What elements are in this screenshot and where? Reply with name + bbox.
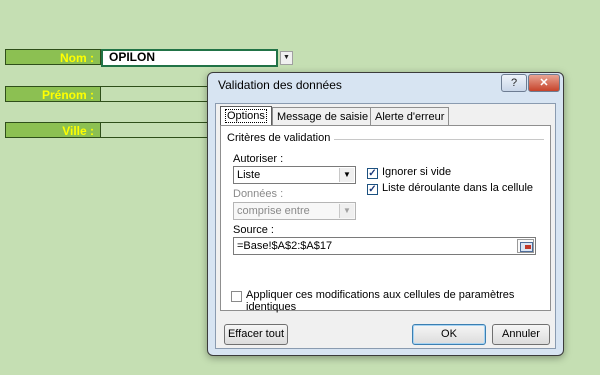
autoriser-select[interactable]: Liste ▼ bbox=[233, 166, 356, 184]
dialog-titlebar[interactable]: Validation des données ? ✕ bbox=[208, 73, 563, 99]
liste-checkbox[interactable]: ✓ bbox=[367, 184, 378, 195]
tab-alerte-erreur[interactable]: Alerte d'erreur bbox=[370, 107, 450, 125]
cell-nom[interactable]: OPILON bbox=[101, 49, 278, 67]
label-nom: Nom : bbox=[5, 49, 101, 65]
chevron-down-icon: ▼ bbox=[339, 204, 354, 218]
data-validation-dialog: Validation des données ? ✕ Options Messa… bbox=[207, 72, 564, 356]
range-selector-icon[interactable] bbox=[517, 239, 534, 253]
ignorer-checkbox[interactable]: ✓ bbox=[367, 168, 378, 179]
ok-button[interactable]: OK bbox=[412, 324, 486, 345]
autoriser-value: Liste bbox=[237, 169, 261, 181]
dialog-title: Validation des données bbox=[218, 78, 342, 92]
label-ville: Ville : bbox=[5, 122, 101, 138]
liste-label: Liste déroulante dans la cellule bbox=[382, 182, 534, 194]
tab-options-label: Options bbox=[225, 109, 267, 123]
help-button[interactable]: ? bbox=[501, 74, 527, 92]
tab-message-de-saisie[interactable]: Message de saisie bbox=[272, 107, 374, 125]
source-label: Source : bbox=[233, 224, 274, 236]
autoriser-label: Autoriser : bbox=[233, 153, 284, 165]
group-title: Critères de validation bbox=[227, 132, 335, 144]
label-prenom: Prénom : bbox=[5, 86, 101, 102]
dialog-client-area: Options Message de saisie Alerte d'erreu… bbox=[215, 103, 556, 349]
range-arrow-icon bbox=[525, 245, 531, 249]
tab-options[interactable]: Options bbox=[220, 106, 272, 126]
appliquer-label: Appliquer ces modifications aux cellules… bbox=[246, 289, 515, 313]
appliquer-checkbox[interactable] bbox=[231, 291, 242, 302]
options-panel: Critères de validation Autoriser : Liste… bbox=[220, 125, 551, 313]
close-button[interactable]: ✕ bbox=[528, 74, 560, 92]
source-input[interactable]: =Base!$A$2:$A$17 bbox=[233, 237, 536, 255]
group-divider bbox=[319, 139, 544, 140]
ignorer-label: Ignorer si vide bbox=[382, 166, 452, 178]
chevron-down-icon: ▼ bbox=[339, 168, 354, 182]
cell-dropdown-arrow-icon[interactable]: ▼ bbox=[280, 51, 293, 65]
clear-all-button[interactable]: Effacer tout bbox=[224, 324, 288, 345]
donnees-select[interactable]: comprise entre ▼ bbox=[233, 202, 356, 220]
donnees-label: Données : bbox=[233, 188, 284, 200]
donnees-value: comprise entre bbox=[237, 205, 310, 217]
cancel-button[interactable]: Annuler bbox=[492, 324, 550, 345]
